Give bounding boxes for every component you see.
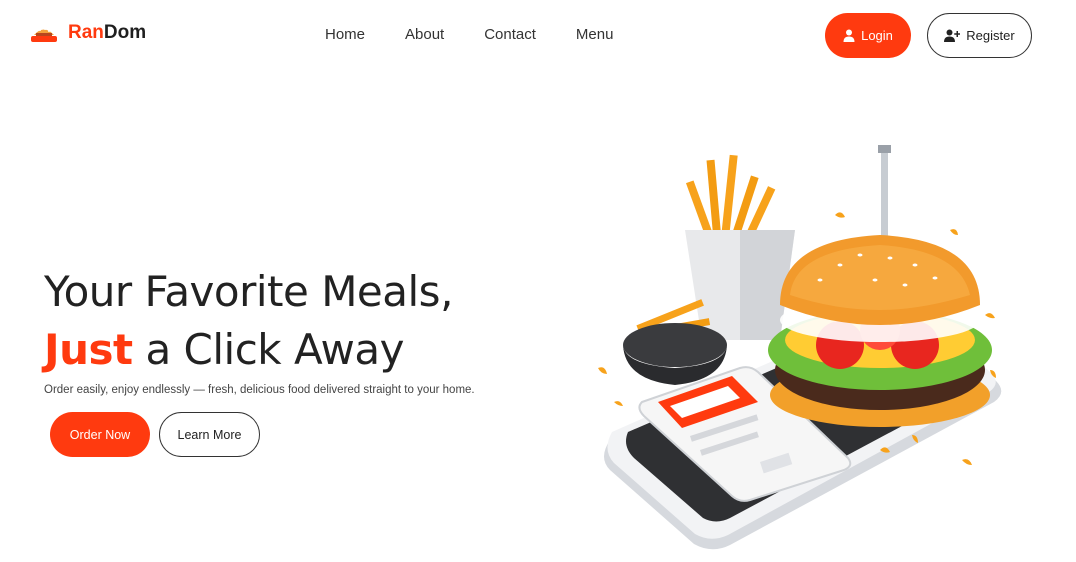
order-now-button[interactable]: Order Now bbox=[50, 412, 150, 457]
hero-subtitle: Order easily, enjoy endlessly — fresh, d… bbox=[44, 384, 475, 396]
brand-name: RanDom bbox=[68, 22, 146, 44]
burger-image bbox=[768, 145, 992, 427]
hero-title-highlight: Just bbox=[44, 325, 133, 374]
brand-name-part2: Dom bbox=[103, 22, 147, 43]
register-button[interactable]: Register bbox=[927, 13, 1032, 58]
register-label: Register bbox=[966, 28, 1015, 43]
fries-image bbox=[685, 154, 795, 340]
hero-illustration bbox=[598, 145, 1002, 550]
food-tray-icon bbox=[31, 28, 57, 42]
learn-more-button[interactable]: Learn More bbox=[159, 412, 260, 457]
nav-link-contact[interactable]: Contact bbox=[484, 26, 536, 43]
nav-links: Home About Contact Menu bbox=[325, 26, 613, 43]
nav-link-menu[interactable]: Menu bbox=[576, 26, 614, 43]
hero-title-line2: a Click Away bbox=[132, 325, 404, 374]
login-button[interactable]: Login bbox=[825, 13, 911, 58]
hero-title-line1: Your Favorite Meals, bbox=[44, 267, 453, 316]
user-icon bbox=[843, 29, 855, 42]
brand-name-part1: Ran bbox=[68, 22, 104, 43]
login-label: Login bbox=[861, 28, 893, 43]
user-plus-icon bbox=[944, 29, 961, 42]
navbar: RanDom Home About Contact Menu Login Reg… bbox=[0, 0, 1076, 72]
brand-logo[interactable]: RanDom bbox=[30, 22, 146, 44]
nav-link-home[interactable]: Home bbox=[325, 26, 365, 43]
nav-link-about[interactable]: About bbox=[405, 26, 444, 43]
hero-title: Your Favorite Meals, Just a Click Away bbox=[44, 263, 453, 379]
